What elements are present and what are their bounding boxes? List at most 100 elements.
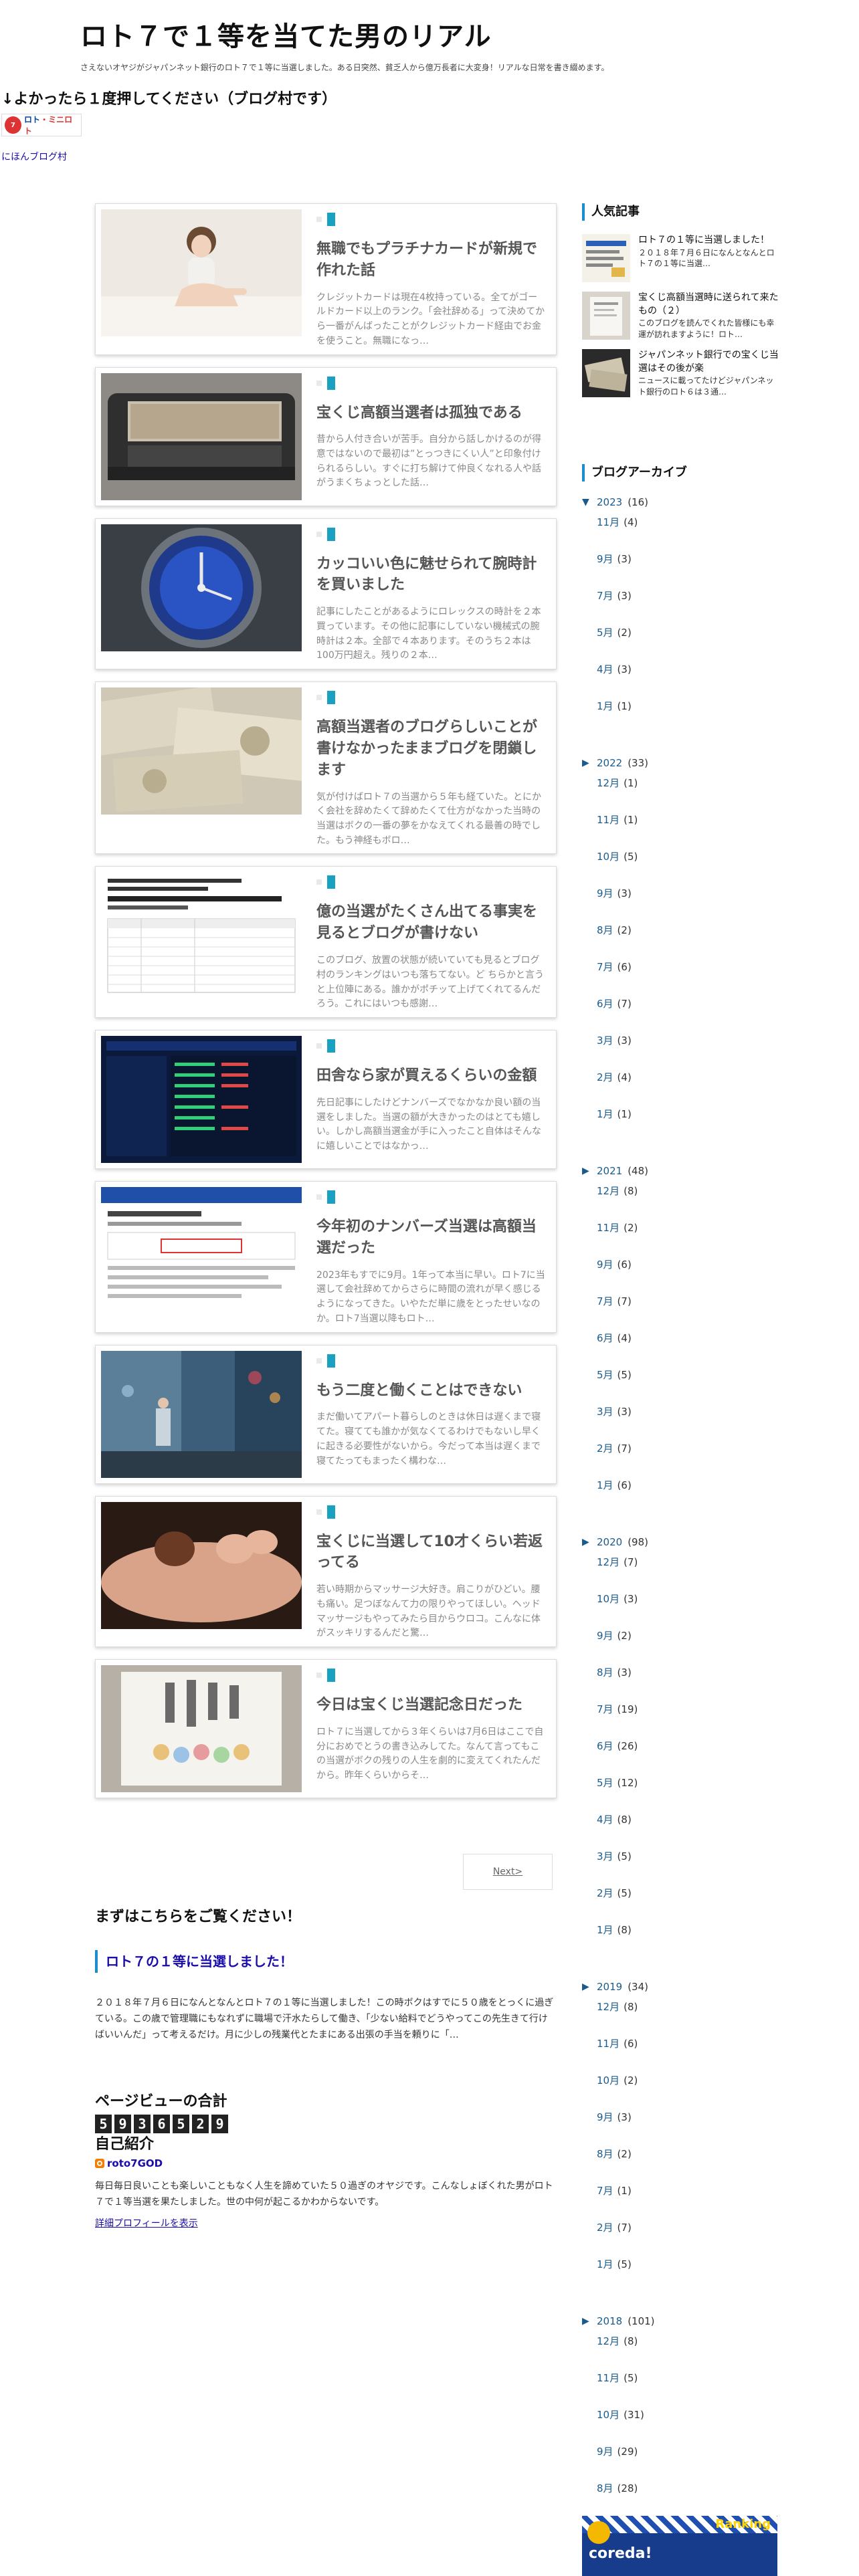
archive-month-label[interactable]: 2月 bbox=[597, 1442, 613, 1455]
archive-month[interactable]: 8月 (2) bbox=[582, 919, 780, 956]
archive-month-label[interactable]: 1月 bbox=[597, 1479, 613, 1491]
archive-month[interactable]: 3月 (3) bbox=[582, 1029, 780, 1066]
archive-month[interactable]: 3月 (5) bbox=[582, 1845, 780, 1882]
archive-month[interactable]: 9月 (3) bbox=[582, 548, 780, 584]
archive-month-label[interactable]: 11月 bbox=[597, 2038, 619, 2050]
post-title[interactable]: 無職でもプラチナカードが新規で作れた話 bbox=[316, 239, 547, 282]
archive-month-label[interactable]: 9月 bbox=[597, 2446, 613, 2458]
archive-month[interactable]: 7月 (19) bbox=[582, 1698, 780, 1735]
archive-month-label[interactable]: 7月 bbox=[597, 1703, 613, 1715]
archive-month[interactable]: 6月 (26) bbox=[582, 1735, 780, 1772]
archive-month-label[interactable]: 10月 bbox=[597, 1593, 619, 1605]
archive-month-label[interactable]: 7月 bbox=[597, 1295, 613, 1307]
archive-month-label[interactable]: 4月 bbox=[597, 663, 613, 675]
archive-month-label[interactable]: 11月 bbox=[597, 2372, 619, 2384]
archive-month[interactable]: 3月 (3) bbox=[582, 1400, 780, 1437]
popular-thumbnail[interactable] bbox=[582, 234, 630, 282]
archive-month-label[interactable]: 12月 bbox=[597, 1556, 619, 1568]
profile-name-row[interactable]: roto7GOD bbox=[95, 2157, 557, 2169]
popular-item[interactable]: ロト７の１等に当選しました！ ２０１８年７月６日になんとなんとロト７の１等に当選… bbox=[582, 234, 780, 284]
archive-month[interactable]: 10月 (31) bbox=[582, 2403, 780, 2440]
archive-month[interactable]: 2月 (5) bbox=[582, 1882, 780, 1919]
archive-month-label[interactable]: 5月 bbox=[597, 1777, 613, 1789]
archive-month-label[interactable]: 11月 bbox=[597, 516, 619, 528]
archive-month[interactable]: 7月 (6) bbox=[582, 956, 780, 992]
post-card[interactable]: 高額当選者のブログらしいことが書けなかったままブログを閉鎖します 気が付けばロト… bbox=[95, 681, 557, 855]
next-page-button[interactable]: Next> bbox=[463, 1854, 553, 1890]
archive-year-label[interactable]: 2022 bbox=[597, 757, 622, 769]
archive-year[interactable]: ▶ 2019 (34) bbox=[582, 1978, 780, 1996]
archive-month-label[interactable]: 2月 bbox=[597, 1071, 613, 1083]
archive-month-label[interactable]: 3月 bbox=[597, 1035, 613, 1047]
archive-year[interactable]: ▼ 2023 (16) bbox=[582, 494, 780, 511]
archive-month[interactable]: 11月 (6) bbox=[582, 2032, 780, 2069]
post-title[interactable]: カッコいい色に魅せられて腕時計を買いました bbox=[316, 554, 547, 597]
archive-month-label[interactable]: 2月 bbox=[597, 2222, 613, 2234]
archive-month[interactable]: 1月 (1) bbox=[582, 695, 780, 732]
archive-month-label[interactable]: 6月 bbox=[597, 1332, 613, 1344]
archive-month[interactable]: 8月 (2) bbox=[582, 2143, 780, 2179]
archive-month-label[interactable]: 3月 bbox=[597, 1850, 613, 1862]
archive-month[interactable]: 12月 (1) bbox=[582, 772, 780, 809]
post-thumbnail[interactable] bbox=[101, 372, 302, 500]
archive-month[interactable]: 11月 (2) bbox=[582, 1216, 780, 1253]
post-title[interactable]: 億の当選がたくさん出てる事実を見るとブログが書けない bbox=[316, 901, 547, 944]
archive-month[interactable]: 12月 (8) bbox=[582, 1996, 780, 2032]
archive-month[interactable]: 9月 (29) bbox=[582, 2440, 780, 2477]
post-thumbnail[interactable] bbox=[101, 1187, 302, 1315]
post-card[interactable]: 無職でもプラチナカードが新規で作れた話 クレジットカードは現在4枚持っている。全… bbox=[95, 203, 557, 355]
archive-month[interactable]: 8月 (28) bbox=[582, 2477, 780, 2514]
archive-month[interactable]: 6月 (7) bbox=[582, 992, 780, 1029]
archive-month-label[interactable]: 8月 bbox=[597, 2148, 613, 2160]
post-card[interactable]: 田舎なら家が買えるくらいの金額 先日記事にしたけどナンバーズでなかなか良い額の当… bbox=[95, 1030, 557, 1170]
archive-month-label[interactable]: 10月 bbox=[597, 2074, 619, 2086]
post-title[interactable]: 高額当選者のブログらしいことが書けなかったままブログを閉鎖します bbox=[316, 717, 547, 781]
archive-month-label[interactable]: 4月 bbox=[597, 1814, 613, 1826]
ranking-badge[interactable]: Ranking coreda! bbox=[582, 2516, 777, 2576]
archive-month-label[interactable]: 10月 bbox=[597, 851, 619, 863]
archive-month[interactable]: 12月 (8) bbox=[582, 1180, 780, 1216]
archive-month-label[interactable]: 9月 bbox=[597, 1630, 613, 1642]
archive-month[interactable]: 7月 (1) bbox=[582, 2179, 780, 2216]
post-thumbnail[interactable] bbox=[101, 1036, 302, 1164]
archive-month-label[interactable]: 12月 bbox=[597, 2335, 619, 2347]
featured-post-title[interactable]: ロト７の１等に当選しました！ bbox=[95, 1950, 557, 1973]
archive-month[interactable]: 4月 (3) bbox=[582, 658, 780, 695]
archive-month-label[interactable]: 11月 bbox=[597, 814, 619, 826]
archive-month[interactable]: 1月 (5) bbox=[582, 2253, 780, 2290]
popular-item[interactable]: 宝くじ高額当選時に送られて来たもの（２） このブログを読んでくれた皆様にも幸運が… bbox=[582, 292, 780, 341]
post-thumbnail[interactable] bbox=[101, 209, 302, 336]
archive-month-label[interactable]: 1月 bbox=[597, 1924, 613, 1936]
archive-month-label[interactable]: 2月 bbox=[597, 1887, 613, 1899]
post-card[interactable]: 宝くじ高額当選者は孤独である 昔から人付き合いが苦手。自分から話しかけるのが得意… bbox=[95, 366, 557, 506]
post-card[interactable]: 今年初のナンバーズ当選は高額当選だった 2023年もすでに9月。1年って本当に早… bbox=[95, 1181, 557, 1333]
archive-year[interactable]: ▶ 2021 (48) bbox=[582, 1162, 780, 1180]
collapsed-triangle-icon[interactable]: ▶ bbox=[582, 1166, 591, 1176]
archive-month[interactable]: 10月 (2) bbox=[582, 2069, 780, 2106]
post-title[interactable]: 今日は宝くじ当選記念日だった bbox=[316, 1695, 547, 1716]
archive-year[interactable]: ▶ 2020 (98) bbox=[582, 1533, 780, 1551]
archive-month[interactable]: 10月 (3) bbox=[582, 1588, 780, 1624]
archive-month[interactable]: 1月 (6) bbox=[582, 1474, 780, 1511]
archive-month[interactable]: 10月 (5) bbox=[582, 845, 780, 882]
archive-month[interactable]: 1月 (8) bbox=[582, 1919, 780, 1955]
archive-month[interactable]: 11月 (4) bbox=[582, 511, 780, 548]
archive-month-label[interactable]: 5月 bbox=[597, 627, 613, 639]
post-thumbnail[interactable] bbox=[101, 524, 302, 651]
post-card[interactable]: 宝くじに当選して10才くらい若返ってる 若い時期からマッサージ大好き。肩こりがひ… bbox=[95, 1495, 557, 1648]
archive-month-label[interactable]: 12月 bbox=[597, 777, 619, 789]
archive-year[interactable]: ▶ 2022 (33) bbox=[582, 754, 780, 772]
archive-month[interactable]: 9月 (3) bbox=[582, 2106, 780, 2143]
archive-month-label[interactable]: 7月 bbox=[597, 2185, 613, 2197]
popular-item[interactable]: ジャパンネット銀行での宝くじ当選はその後が楽 ニュースに載ってたけどジャパンネッ… bbox=[582, 349, 780, 399]
post-card[interactable]: カッコいい色に魅せられて腕時計を買いました 記事にしたことがあるようにロレックス… bbox=[95, 518, 557, 670]
archive-month-label[interactable]: 8月 bbox=[597, 924, 613, 936]
archive-month-label[interactable]: 12月 bbox=[597, 1185, 619, 1197]
archive-month-label[interactable]: 7月 bbox=[597, 961, 613, 973]
archive-month[interactable]: 2月 (4) bbox=[582, 1066, 780, 1103]
archive-month-label[interactable]: 8月 bbox=[597, 1667, 613, 1679]
archive-month-label[interactable]: 6月 bbox=[597, 998, 613, 1010]
post-thumbnail[interactable] bbox=[101, 1350, 302, 1478]
archive-month-label[interactable]: 5月 bbox=[597, 1369, 613, 1381]
archive-month-label[interactable]: 9月 bbox=[597, 2111, 613, 2123]
